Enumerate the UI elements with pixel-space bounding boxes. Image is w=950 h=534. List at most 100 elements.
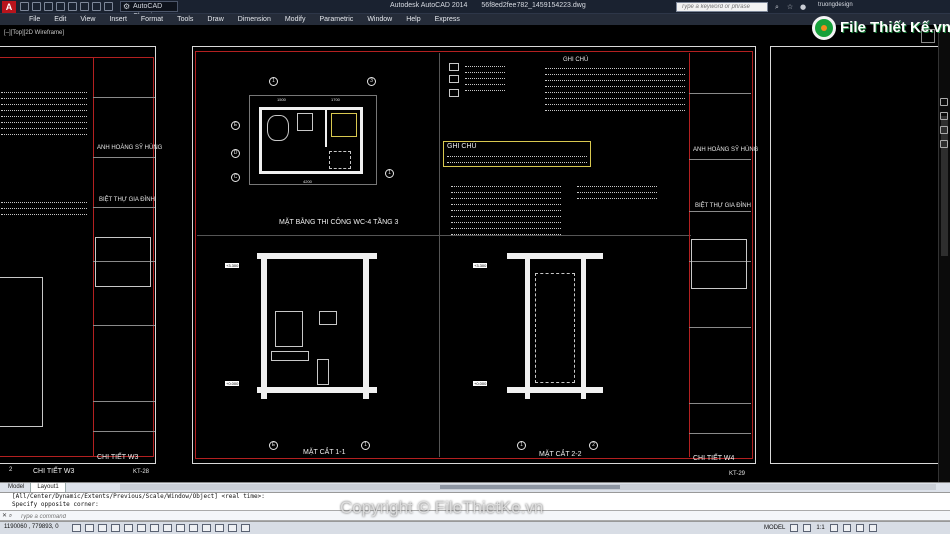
notes-top	[545, 65, 685, 113]
workspace-switch-icon[interactable]	[829, 524, 838, 532]
menu-view[interactable]: View	[73, 14, 102, 25]
left-partial-detail-label: CHI TIẾT W3	[33, 468, 75, 475]
new-file-icon[interactable]	[20, 2, 29, 11]
osnap-icon[interactable]	[124, 524, 133, 532]
annotation-scale[interactable]: 1:1	[816, 525, 824, 531]
s2-slab-top	[507, 253, 603, 259]
watermark-logo-text: File Thiết Kế.vn	[840, 19, 950, 36]
owner-name-right: ANH HOÀNG SỸ HÙNG	[693, 147, 759, 153]
plan-toilet	[267, 115, 289, 141]
detail-w4-label: CHI TIẾT W4	[693, 455, 735, 462]
model-space-button[interactable]: MODEL	[764, 525, 785, 531]
clean-screen-icon[interactable]	[868, 524, 877, 532]
quick-access-toolbar	[20, 1, 113, 13]
plan-wall-partition	[325, 107, 327, 147]
zoom-icon[interactable]	[940, 112, 948, 120]
plot-icon[interactable]	[104, 2, 113, 11]
star-icon[interactable]: ☆	[785, 2, 795, 12]
user-name[interactable]: truongdesign	[818, 2, 853, 8]
left-partial-axis: 2	[9, 467, 13, 473]
viewport-label[interactable]: [–][Top][2D Wireframe]	[4, 30, 64, 36]
watermark-logo-icon	[812, 16, 836, 40]
title-bar: A ⚙ AutoCAD Classic Autodesk AutoCAD 201…	[0, 0, 950, 20]
ortho-icon[interactable]	[98, 524, 107, 532]
save-as-icon[interactable]	[56, 2, 65, 11]
orbit-icon[interactable]	[940, 126, 948, 134]
undo-icon[interactable]	[80, 2, 89, 11]
menu-dimension[interactable]: Dimension	[231, 14, 278, 25]
sheet-left-partial: ANH HOÀNG SỸ HÙNG BIỆT THỰ GIA ĐÌNH CHI …	[0, 46, 162, 475]
search-input[interactable]	[676, 2, 768, 12]
workspace-dropdown[interactable]: ⚙ AutoCAD Classic	[120, 1, 178, 20]
close-icon[interactable]: ✕ ⌕	[2, 512, 12, 520]
vertical-scrollbar[interactable]	[938, 26, 950, 482]
redo-icon[interactable]	[92, 2, 101, 11]
divider-horizontal	[197, 235, 691, 236]
tab-layout1[interactable]: Layout1	[31, 483, 66, 492]
quickview-layouts-icon[interactable]	[790, 524, 799, 532]
divider-vertical	[439, 53, 440, 457]
legend-box	[449, 63, 459, 71]
menu-tools[interactable]: Tools	[170, 14, 200, 25]
titleblock-row	[689, 403, 751, 404]
annotation-monitor-icon[interactable]	[241, 524, 250, 532]
plan-dim-top-1: 1500	[277, 97, 286, 102]
plan-wall-top	[259, 107, 363, 110]
search-icon[interactable]: ⌕	[772, 2, 782, 12]
navigation-bar	[940, 98, 948, 148]
status-bar: 1190060 , 779893, 0 MODEL 1:1	[0, 521, 950, 534]
autocad-logo-icon[interactable]: A	[2, 1, 16, 13]
titleblock-row	[689, 159, 751, 160]
menu-format[interactable]: Format	[134, 14, 170, 25]
snap-icon[interactable]	[72, 524, 81, 532]
grid-icon[interactable]	[85, 524, 94, 532]
menu-window[interactable]: Window	[360, 14, 399, 25]
axis-mark-s2-2: 2	[589, 441, 598, 450]
open-file-icon[interactable]	[32, 2, 41, 11]
horizontal-scrollbar[interactable]	[120, 484, 936, 490]
quickview-drawings-icon[interactable]	[803, 524, 812, 532]
titleblock-row	[93, 97, 155, 98]
autocad-window: A ⚙ AutoCAD Classic Autodesk AutoCAD 201…	[0, 0, 950, 534]
section-2-2[interactable]: +3.300 +0.000	[473, 253, 615, 429]
transparency-icon[interactable]	[202, 524, 211, 532]
window-title: Autodesk AutoCAD 2014 56f8ed2fee782_1459…	[390, 2, 586, 9]
save-icon[interactable]	[44, 2, 53, 11]
s1-slab-bottom	[257, 387, 377, 393]
horizontal-scroll-thumb[interactable]	[440, 485, 620, 489]
menu-help[interactable]: Help	[399, 14, 427, 25]
hardware-accel-icon[interactable]	[855, 524, 864, 532]
project-name-right: BIỆT THỰ GIA ĐÌNH	[695, 203, 751, 209]
3dosnap-icon[interactable]	[137, 524, 146, 532]
menu-draw[interactable]: Draw	[200, 14, 230, 25]
watermark-copyright: Copyright © FileThietKe.vn	[340, 498, 544, 517]
command-input[interactable]	[20, 512, 320, 521]
floor-plan[interactable]: 1500 1700 4200	[249, 95, 377, 185]
axis-mark-1-right: 1	[385, 169, 394, 178]
s2-panel	[535, 273, 575, 383]
menu-parametric[interactable]: Parametric	[312, 14, 360, 25]
menu-express[interactable]: Express	[428, 14, 467, 25]
titleblock-row	[689, 327, 751, 328]
tab-model[interactable]: Model	[2, 483, 32, 492]
ducs-icon[interactable]	[163, 524, 172, 532]
print-icon[interactable]	[68, 2, 77, 11]
menu-file[interactable]: File	[22, 14, 47, 25]
showmotion-icon[interactable]	[940, 140, 948, 148]
drawing-viewport[interactable]: [–][Top][2D Wireframe] ANH HOÀNG SỸ HÙNG…	[0, 26, 938, 482]
pan-icon[interactable]	[940, 98, 948, 106]
dyn-icon[interactable]	[176, 524, 185, 532]
account-icon[interactable]: ●	[798, 2, 808, 12]
menu-modify[interactable]: Modify	[278, 14, 313, 25]
menu-edit[interactable]: Edit	[47, 14, 73, 25]
selection-cycling-icon[interactable]	[228, 524, 237, 532]
menu-insert[interactable]: Insert	[102, 14, 134, 25]
lock-icon[interactable]	[842, 524, 851, 532]
quickprops-icon[interactable]	[215, 524, 224, 532]
otrack-icon[interactable]	[150, 524, 159, 532]
plan-title: MẶT BẰNG THI CÔNG WC-4 TẦNG 3	[279, 219, 399, 226]
menu-bar: File Edit View Insert Format Tools Draw …	[0, 14, 950, 25]
section-1-1[interactable]: +3.300 +0.000	[225, 253, 397, 429]
polar-icon[interactable]	[111, 524, 120, 532]
lineweight-icon[interactable]	[189, 524, 198, 532]
